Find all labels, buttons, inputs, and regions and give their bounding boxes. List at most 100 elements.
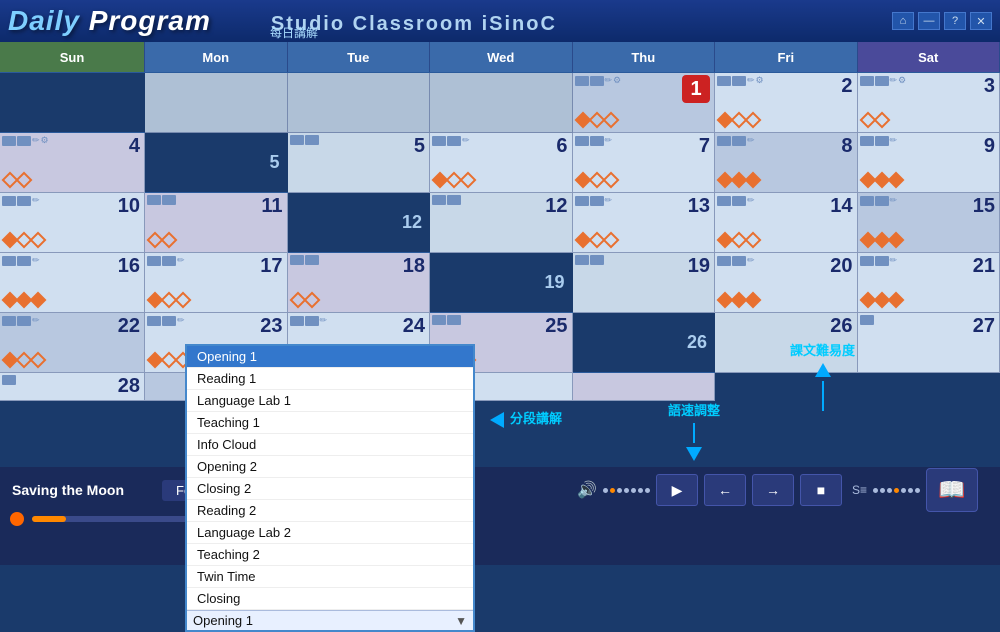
cal-cell-mon-w1[interactable] [288,73,431,133]
dropdown-item-opening1[interactable]: Opening 1 [187,346,473,368]
cal-cell-tue-28[interactable]: 28 [0,373,145,401]
dropdown-current-value-row[interactable]: Opening 1 ▼ [187,610,473,630]
dropdown-item-teaching1[interactable]: Teaching 1 [187,412,473,434]
cal-cell-fri-10[interactable]: ✏ 10 [0,193,145,253]
cell-img-icon2 [162,195,176,205]
cal-cell-mon-20[interactable]: ✏ 20 [715,253,858,313]
dropdown-item-opening2[interactable]: Opening 2 [187,456,473,478]
diamond-3 [175,292,192,309]
cell-img-icon2 [590,136,604,146]
date-1[interactable]: 1 [682,75,710,103]
section-dropdown[interactable]: Opening 1 Reading 1 Language Lab 1 Teach… [185,344,475,632]
dropdown-item-languagelab2[interactable]: Language Lab 2 [187,522,473,544]
cal-cell-sat-18[interactable]: 18 [288,253,431,313]
cal-cell-wed-22[interactable]: ✏ 22 [0,313,145,373]
minimize-icon[interactable]: — [918,12,940,30]
help-icon[interactable]: ? [944,12,966,30]
cell-img-icon2 [875,196,889,206]
stop-button[interactable]: ■ [800,474,842,506]
back-button[interactable]: ← [704,474,746,506]
bottom-bar: Saving the Moon February 1 00:28 Total t… [0,467,1000,565]
dropdown-item-reading2[interactable]: Reading 2 [187,500,473,522]
player-controls: 🔊 ▶ ← → ■ S≡ [577,468,988,512]
pencil-icon: ✏ [890,195,898,206]
cal-cell-wed-8[interactable]: ✏ 8 [715,133,858,193]
cal-cell-tue-w1[interactable] [430,73,573,133]
diamond-3 [602,232,619,249]
cell-img-icon [575,255,589,265]
cal-cell-sat-11[interactable]: 11 [145,193,288,253]
spd-dot1 [873,488,878,493]
cal-cell-thu-9[interactable]: ✏ 9 [858,133,1000,193]
diamond-3 [887,232,904,249]
dropdown-item-closing[interactable]: Closing [187,588,473,610]
cell-img-icon2 [17,136,31,146]
cal-cell-tue-21[interactable]: ✏ 21 [858,253,1000,313]
gear-icon: ⚙ [41,135,49,146]
cal-cell-mon-13[interactable]: ✏ 13 [573,193,716,253]
dropdown-item-teaching2[interactable]: Teaching 2 [187,544,473,566]
dropdown-item-reading1[interactable]: Reading 1 [187,368,473,390]
cal-cell-sun-12[interactable]: 12 [430,193,573,253]
arrow-left-icon [490,412,504,428]
vol-dot4 [631,488,636,493]
title-program: Program [89,5,211,36]
date-28[interactable]: 28 [4,375,140,398]
day-header-sat: Sat [858,42,1000,72]
pencil-icon: ✏ [605,75,613,86]
dropdown-item-infocloud[interactable]: Info Cloud [187,434,473,456]
pencil-icon: ✏ [747,255,755,266]
date-27[interactable]: 27 [862,315,996,338]
book-button[interactable]: 📖 [926,468,978,512]
vol-dot6 [645,488,650,493]
week-label-4: 19 [430,253,573,313]
progress-handle[interactable] [10,512,24,526]
week-label-3: 12 [288,193,431,253]
annotation-difficulty: 課文難易度 [790,340,855,411]
cal-cell-sun-5[interactable]: 5 [288,133,431,193]
cal-cell-wed-1[interactable]: ✏⚙ 1 [573,73,716,133]
progress-fill [32,516,66,522]
cal-cell-fri-17[interactable]: ✏ 17 [145,253,288,313]
pencil-icon: ✏ [890,255,898,266]
forward-button[interactable]: → [752,474,794,506]
diamond-3 [602,172,619,189]
close-icon[interactable]: ✕ [970,12,992,30]
dropdown-item-closing2[interactable]: Closing 2 [187,478,473,500]
cal-cell-sat-w5[interactable] [573,373,716,401]
home-icon[interactable]: ⌂ [892,12,914,30]
cal-cell-tue-7[interactable]: ✏ 7 [573,133,716,193]
cal-cell-sat-4[interactable]: ✏⚙ 4 [0,133,145,193]
cal-cell-thu-2[interactable]: ✏⚙ 2 [715,73,858,133]
spd-dot2 [880,488,885,493]
cell-img-icon [860,256,874,266]
gear-icon: ⚙ [756,75,764,86]
cal-cell-fri-3[interactable]: ✏⚙ 3 [858,73,1000,133]
diamond-3 [745,232,762,249]
calendar-day-headers: Sun Mon Tue Wed Thu Fri Sat [0,42,1000,72]
cal-cell-tue-14[interactable]: ✏ 14 [715,193,858,253]
cell-img-icon [290,135,304,145]
arrow-line-v-diff [822,381,824,411]
diamond-3 [602,112,619,129]
cal-cell-thu-16[interactable]: ✏ 16 [0,253,145,313]
play-button[interactable]: ▶ [656,474,698,506]
diamond-2 [303,292,320,309]
cal-cell-mon-27[interactable]: 27 [858,313,1000,373]
gear-icon: ⚙ [898,75,906,86]
date-26[interactable]: 26 [719,315,853,338]
annotation-speed-label: 語速調整 [668,400,720,419]
cal-cell-sun-19[interactable]: 19 [573,253,716,313]
dropdown-item-twintime[interactable]: Twin Time [187,566,473,588]
cal-cell-sun-w1[interactable] [145,73,288,133]
diamond-3 [745,292,762,309]
cal-cell-wed-15[interactable]: ✏ 15 [858,193,1000,253]
cell-img-icon2 [17,316,31,326]
cell-img-icon [290,255,304,265]
week-label-5: 26 [573,313,716,373]
cell-img-icon [717,196,731,206]
cal-cell-mon-6[interactable]: ✏ 6 [430,133,573,193]
dropdown-item-languagelab1[interactable]: Language Lab 1 [187,390,473,412]
day-header-thu: Thu [573,42,716,72]
dropdown-arrow-icon: ▼ [455,614,467,628]
